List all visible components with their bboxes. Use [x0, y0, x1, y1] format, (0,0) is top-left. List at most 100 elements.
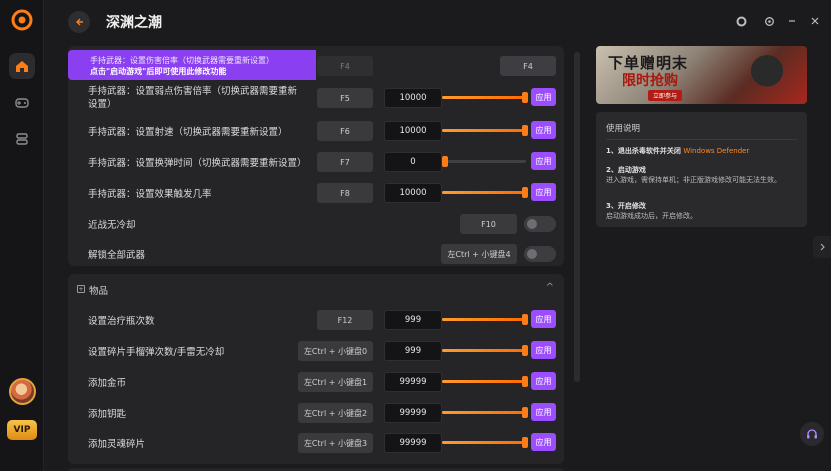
value-slider[interactable]: [442, 92, 528, 103]
value-input[interactable]: 99999: [384, 433, 442, 453]
setting-row: 添加钥匙 左Ctrl + 小键盘2 99999 应用: [68, 397, 564, 427]
items-card: + 物品 ^ 设置治疗瓶次数 F12 999 应用 设置碎片手榴弹次数/手雷无冷…: [68, 274, 564, 464]
divider: [606, 139, 797, 140]
nav-games-button[interactable]: [9, 90, 35, 116]
apply-button[interactable]: 应用: [531, 121, 556, 139]
value-slider[interactable]: [442, 187, 528, 198]
chevron-up-icon[interactable]: ^: [546, 282, 554, 293]
circle-icon: [736, 16, 746, 26]
value-input[interactable]: 10000: [384, 88, 442, 108]
top-bar: 深渊之潮: [44, 0, 831, 44]
slider-handle[interactable]: [522, 92, 528, 103]
slider-handle[interactable]: [522, 125, 528, 136]
toggle-switch[interactable]: [524, 246, 556, 262]
user-avatar[interactable]: [9, 378, 36, 405]
apply-button[interactable]: 应用: [531, 403, 556, 421]
apply-button[interactable]: 应用: [531, 183, 556, 201]
toggle-switch[interactable]: [524, 216, 556, 232]
instructions-title: 使用说明: [606, 124, 641, 134]
setting-label: 手持武器：设置换弹时间（切换武器需要重新设置）: [88, 158, 307, 169]
weapon-card: 手持武器：设置伤害倍率（切换武器需要重新设置） 点击"启动游戏"后即可使用此修改…: [68, 46, 564, 266]
slider-handle[interactable]: [522, 376, 528, 387]
value-input[interactable]: 999: [384, 341, 442, 361]
minimize-icon: [789, 20, 795, 22]
hotkey-badge: F5: [317, 88, 373, 108]
close-button[interactable]: [808, 14, 822, 28]
hotkey-badge: F7: [317, 152, 373, 172]
apply-button[interactable]: 应用: [531, 152, 556, 170]
banner-cta[interactable]: 立即参与: [648, 90, 683, 101]
setting-row: 手持武器：设置效果触发几率 F8 10000 应用: [68, 177, 564, 207]
section-header[interactable]: + 物品 ^: [68, 276, 564, 302]
value-input[interactable]: 99999: [384, 372, 442, 392]
value-slider[interactable]: [442, 437, 528, 448]
hotkey-badge: 左Ctrl + 小键盘2: [298, 403, 373, 423]
headset-icon: [807, 429, 817, 439]
instructions-card: 使用说明 1、退出杀毒软件并关闭 Windows Defender 2、启动游戏…: [596, 112, 807, 227]
vip-badge[interactable]: VIP: [7, 420, 37, 440]
info-tooltip: 手持武器：设置伤害倍率（切换武器需要重新设置） 点击"启动游戏"后即可使用此修改…: [68, 50, 565, 80]
value-input[interactable]: 99999: [384, 403, 442, 423]
expand-panel-button[interactable]: [813, 236, 831, 258]
step-1-title: 1、退出杀毒软件并关闭 Windows Defender: [606, 147, 750, 155]
slider-handle[interactable]: [522, 187, 528, 198]
slider-handle[interactable]: [522, 407, 528, 418]
apply-button[interactable]: 应用: [531, 372, 556, 390]
settings-button[interactable]: [762, 14, 776, 28]
apply-button[interactable]: 应用: [531, 433, 556, 451]
setting-row: 手持武器：设置弱点伤害倍率（切换武器需要重新设置） F5 10000 应用: [68, 82, 564, 112]
apply-button[interactable]: 应用: [531, 310, 556, 328]
hotkey-badge[interactable]: F4: [500, 56, 556, 76]
scrollbar-thumb[interactable]: [574, 52, 580, 382]
chevron-right-icon: [820, 243, 825, 251]
setting-label: 手持武器：设置射速（切换武器需要重新设置）: [88, 127, 288, 138]
left-rail: VIP: [0, 0, 44, 471]
value-input[interactable]: 10000: [384, 183, 442, 203]
value-input[interactable]: 10000: [384, 121, 442, 141]
hotkey-badge: F8: [317, 183, 373, 203]
setting-label: 近战无冷却: [88, 220, 136, 231]
hotkey-badge: F10: [460, 214, 517, 234]
setting-label: 添加灵魂碎片: [88, 439, 146, 450]
toggle-row: 解锁全部武器 左Ctrl + 小键盘4: [68, 238, 564, 268]
minimize-button[interactable]: [785, 14, 799, 28]
section-title: 物品: [89, 286, 109, 297]
value-input[interactable]: 999: [384, 310, 442, 330]
tooltip-line-2: 点击"启动游戏"后即可使用此修改功能: [90, 67, 227, 76]
setting-row: 添加金币 左Ctrl + 小键盘1 99999 应用: [68, 366, 564, 396]
nav-home-button[interactable]: [9, 53, 35, 79]
setting-row: 设置治疗瓶次数 F12 999 应用: [68, 304, 564, 334]
nav-library-button[interactable]: [9, 126, 35, 152]
slider-handle[interactable]: [522, 345, 528, 356]
record-button[interactable]: [734, 14, 748, 28]
slider-handle[interactable]: [522, 314, 528, 325]
apply-button[interactable]: 应用: [531, 341, 556, 359]
setting-row: 手持武器：设置射速（切换武器需要重新设置） F6 10000 应用: [68, 115, 564, 145]
setting-label: 解锁全部武器: [88, 250, 146, 261]
banner-subheadline: 限时抢购: [622, 73, 678, 89]
hotkey-badge: F6: [317, 121, 373, 141]
setting-label: 设置治疗瓶次数: [88, 316, 155, 327]
tooltip-line-1: 手持武器：设置伤害倍率（切换武器需要重新设置）: [90, 56, 274, 65]
value-slider[interactable]: [442, 156, 526, 167]
value-slider[interactable]: [442, 125, 528, 136]
apply-button[interactable]: 应用: [531, 88, 556, 106]
slider-handle[interactable]: [522, 437, 528, 448]
value-slider[interactable]: [442, 314, 528, 325]
scrollbar[interactable]: [573, 46, 581, 471]
hotkey-badge: 左Ctrl + 小键盘1: [298, 372, 373, 392]
setting-label: 添加金币: [88, 378, 127, 389]
setting-label: 手持武器：设置弱点伤害倍率（切换武器需要重新设置）: [88, 86, 298, 110]
value-slider[interactable]: [442, 376, 528, 387]
setting-label: 设置碎片手榴弹次数/手雷无冷却: [88, 347, 225, 358]
support-button[interactable]: [800, 422, 824, 446]
promo-banner[interactable]: 下单赠明末 限时抢购 立即参与: [596, 46, 807, 104]
value-input[interactable]: 0: [384, 152, 442, 172]
value-slider[interactable]: [442, 345, 528, 356]
hotkey-badge: 左Ctrl + 小键盘0: [298, 341, 373, 361]
windows-defender-highlight: Windows Defender: [683, 147, 750, 155]
back-button[interactable]: [68, 11, 90, 33]
slider-handle[interactable]: [442, 156, 448, 167]
step-2-title: 2、启动游戏: [606, 166, 646, 174]
value-slider[interactable]: [442, 407, 528, 418]
